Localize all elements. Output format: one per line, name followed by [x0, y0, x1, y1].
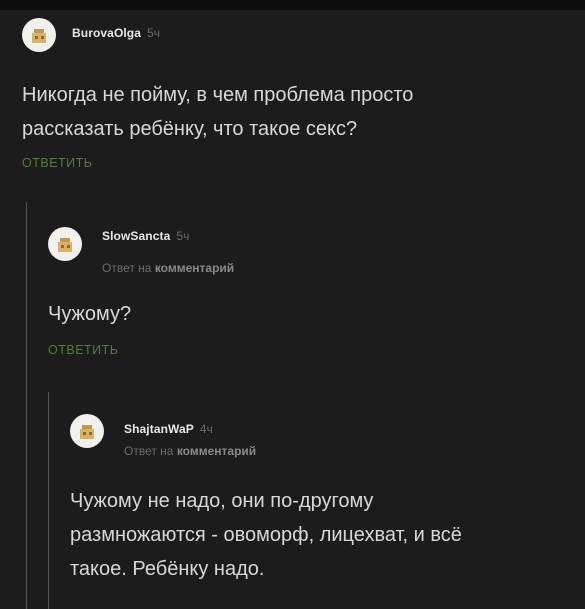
- comment-text-line: рассказать ребёнку, что такое секс?: [22, 118, 358, 140]
- reply-to-note: Ответ на комментарий: [102, 261, 234, 275]
- author-name-text[interactable]: SlowSancta: [102, 229, 170, 243]
- comment-header: BurovaOlga 5ч: [22, 18, 562, 58]
- comment-time: 4ч: [199, 422, 214, 436]
- author-name-text[interactable]: BurovaOlga: [72, 26, 141, 40]
- comment-header: SlowSancta 5ч Ответ на комментарий: [48, 227, 548, 275]
- avatar-placeholder-icon: [32, 29, 46, 43]
- comment-text-line: Чужому не надо, они по-другому: [70, 490, 374, 512]
- comment-text-line: Никогда не пойму, в чем проблема просто: [22, 84, 414, 106]
- reply-button[interactable]: ОТВЕТИТЬ: [48, 343, 548, 357]
- comment-text: Чужому?: [48, 297, 548, 331]
- author-name[interactable]: SlowSancta 5ч: [102, 229, 190, 243]
- reply-button[interactable]: ОТВЕТИТЬ: [22, 156, 562, 170]
- avatar[interactable]: [70, 414, 104, 448]
- author-name[interactable]: ShajtanWaP 4ч: [124, 422, 213, 436]
- comment-time: 5ч: [147, 26, 161, 40]
- reply-to-link[interactable]: комментарий: [177, 444, 256, 458]
- avatar-placeholder-icon: [80, 425, 94, 439]
- reply-to-link[interactable]: комментарий: [155, 261, 234, 275]
- comment-shajtanwap: ShajtanWaP 4ч Ответ на комментарий Чужому…: [70, 414, 580, 586]
- comment-time: 5ч: [176, 229, 190, 243]
- reply-to-prefix: Ответ на: [102, 261, 152, 275]
- comment-header: ShajtanWaP 4ч Ответ на комментарий: [70, 414, 580, 458]
- reply-to-note: Ответ на комментарий: [124, 444, 256, 458]
- avatar[interactable]: [22, 18, 56, 52]
- author-name[interactable]: BurovaOlga 5ч: [72, 26, 160, 40]
- comment-burovaolga: BurovaOlga 5ч Никогда не пойму, в чем про…: [22, 18, 562, 170]
- comment-text-line: такое. Ребёнку надо.: [70, 558, 265, 580]
- author-name-text[interactable]: ShajtanWaP: [124, 422, 194, 436]
- avatar[interactable]: [48, 227, 82, 261]
- top-bar: [0, 0, 585, 10]
- thread-line-level-1: [26, 202, 27, 609]
- reply-to-prefix: Ответ на: [124, 444, 174, 458]
- comment-text-line: размножаются - овоморф, лицехват, и всё: [70, 524, 462, 546]
- thread-line-level-2: [48, 392, 49, 609]
- comment-text-line: Чужому?: [48, 303, 132, 325]
- comment-text: Никогда не пойму, в чем проблема просто …: [22, 78, 562, 146]
- comment-slowsancta: SlowSancta 5ч Ответ на комментарий Чужому…: [48, 227, 548, 357]
- avatar-placeholder-icon: [58, 238, 72, 252]
- comment-text: Чужому не надо, они по-другому размножаю…: [70, 484, 580, 586]
